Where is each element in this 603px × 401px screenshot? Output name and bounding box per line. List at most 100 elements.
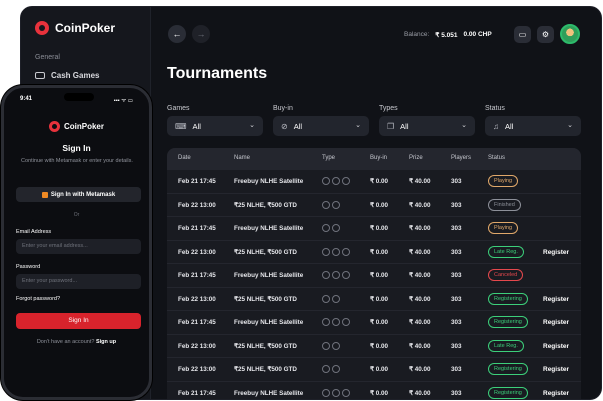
table-header: Date Name Type Buy-in Prize Players Stat… (167, 148, 581, 170)
settings-button[interactable]: ⚙ (537, 26, 554, 43)
cell-name: ₹25 NLHE, ₹500 GTD (234, 248, 297, 256)
balance-display: Balance: ₹ 5.051 0.00 CHP (404, 31, 492, 39)
filter-status-select[interactable]: ♫ All ⌄ (485, 116, 581, 136)
type-icons (322, 318, 350, 326)
type-icon (332, 318, 340, 326)
balance-value: ₹ 5.051 (435, 32, 458, 39)
phone-mockup: 9:41 ▪▪▪ ᯤ ▭ CoinPoker Sign In Continue … (1, 85, 152, 400)
cell-buyin: ₹ 0.00 (370, 342, 389, 350)
wallet-icon: ▭ (518, 30, 527, 39)
type-icons (322, 224, 340, 232)
cell-players: 303 (451, 319, 462, 326)
brand-logo[interactable]: CoinPoker (35, 21, 115, 35)
type-icon (342, 247, 350, 256)
type-icons (322, 294, 340, 303)
col-players[interactable]: Players (451, 155, 471, 161)
table-row[interactable]: Feb 21 17:45 Freebuy NLHE Satellite ₹ 0.00… (167, 382, 581, 400)
cell-date: Feb 21 17:45 (178, 225, 216, 232)
signin-button[interactable]: Sign In (16, 313, 141, 329)
cell-prize: ₹ 40.00 (409, 319, 431, 326)
table-row[interactable]: Feb 22 13:00 ₹25 NLHE, ₹500 GTD ₹ 0.00 ₹ 40… (167, 358, 581, 382)
cell-date: Feb 22 13:00 (178, 342, 216, 350)
coinpoker-logo-icon (35, 21, 49, 35)
cell-name: ₹25 NLHE, ₹500 GTD (234, 366, 297, 373)
sidebar-item-cash-games[interactable]: Cash Games (35, 71, 99, 80)
table-row[interactable]: Feb 22 13:00 ₹25 NLHE, ₹500 GTD ₹ 0.00 ₹ 40… (167, 288, 581, 311)
email-field[interactable]: Enter your email address... (16, 239, 141, 254)
col-type[interactable]: Type (322, 155, 335, 161)
filter-label: Types (379, 105, 398, 112)
cell-buyin: ₹ 0.00 (370, 201, 389, 209)
cell-name: Freebuy NLHE Satellite (234, 272, 304, 279)
forgot-password-link[interactable]: Forgot password? (16, 296, 60, 302)
table-row[interactable]: Feb 22 13:00 ₹25 NLHE, ₹500 GTD ₹ 0.00 ₹ 40… (167, 194, 581, 217)
register-button[interactable]: Register (543, 319, 569, 326)
forward-button[interactable]: → (192, 25, 210, 43)
table-row[interactable]: Feb 21 17:45 Freebuy NLHE Satellite ₹ 0.00… (167, 311, 581, 335)
back-button[interactable]: ← (168, 25, 186, 43)
type-icons (322, 388, 350, 397)
register-button[interactable]: Register (543, 249, 569, 256)
table-row[interactable]: Feb 22 13:00 ₹25 NLHE, ₹500 GTD ₹ 0.00 ₹ 40… (167, 241, 581, 264)
cell-name: Freebuy NLHE Satellite (234, 178, 304, 185)
register-button[interactable]: Register (543, 343, 569, 350)
table-row[interactable]: Feb 22 13:00 ₹25 NLHE, ₹500 GTD ₹ 0.00 ₹ 40… (167, 335, 581, 358)
wallet-button[interactable]: ▭ (514, 26, 531, 43)
type-icons (322, 341, 340, 350)
type-icon (322, 271, 330, 279)
coin-icon: ⊘ (281, 121, 288, 131)
balance-label: Balance: (404, 31, 430, 38)
cell-buyin: ₹ 0.00 (370, 366, 389, 373)
table-row[interactable]: Feb 21 17:45 Freebuy NLHE Satellite ₹ 0.00… (167, 170, 581, 194)
register-button[interactable]: Register (543, 390, 569, 397)
password-field[interactable]: Enter your password... (16, 274, 141, 289)
col-buyin[interactable]: Buy-in (370, 155, 387, 161)
table-row[interactable]: Feb 21 17:45 Freebuy NLHE Satellite ₹ 0.00… (167, 217, 581, 241)
layers-icon: ❐ (387, 121, 395, 131)
filter-games: Games ⌨ All ⌄ (167, 105, 263, 136)
register-button[interactable]: Register (543, 366, 569, 373)
filter-value: All (505, 121, 514, 131)
type-icon (332, 200, 340, 209)
type-icon (332, 247, 340, 256)
col-prize[interactable]: Prize (409, 155, 423, 161)
filter-buyin-select[interactable]: ⊘ All ⌄ (273, 116, 369, 136)
type-icon (332, 177, 340, 185)
register-button[interactable]: Register (543, 296, 569, 303)
metamask-signin-button[interactable]: Sign In with Metamask (16, 187, 141, 202)
cell-date: Feb 22 13:00 (178, 366, 216, 373)
or-divider: Or (73, 212, 80, 218)
password-label: Password (16, 264, 41, 270)
chevron-down-icon: ⌄ (249, 122, 255, 129)
type-icon (342, 177, 350, 185)
filter-types-select[interactable]: ❐ All ⌄ (379, 116, 475, 136)
table-row[interactable]: Feb 21 17:45 Freebuy NLHE Satellite ₹ 0.00… (167, 264, 581, 288)
type-icon (332, 294, 340, 303)
type-icon (322, 177, 330, 185)
signup-prompt: Don't have an account? Sign up (4, 339, 149, 345)
type-icons (322, 247, 350, 256)
cell-players: 303 (451, 366, 462, 373)
col-status[interactable]: Status (488, 155, 505, 161)
col-date[interactable]: Date (178, 155, 191, 161)
chp-value: 0.00 CHP (463, 31, 492, 38)
col-name[interactable]: Name (234, 155, 250, 161)
type-icon (342, 318, 350, 326)
type-icon (332, 271, 340, 279)
filter-games-select[interactable]: ⌨ All ⌄ (167, 116, 263, 136)
cell-players: 303 (451, 272, 462, 279)
filter-value: All (192, 121, 201, 131)
arrow-left-icon: ← (172, 29, 182, 39)
cell-buyin: ₹ 0.00 (370, 272, 389, 279)
coinpoker-logo-icon (48, 121, 60, 132)
sidebar-item-label: Cash Games (51, 71, 100, 80)
signup-link[interactable]: Sign up (96, 339, 116, 345)
cell-date: Feb 22 13:00 (178, 201, 216, 209)
cell-prize: ₹ 40.00 (409, 295, 431, 303)
avatar[interactable] (560, 24, 580, 44)
cell-players: 303 (451, 225, 462, 232)
status-badge: Late Reg. (488, 339, 524, 352)
filter-status: Status ♫ All ⌄ (485, 105, 581, 136)
status-badge: Registering (488, 386, 528, 399)
cell-name: ₹25 NLHE, ₹500 GTD (234, 201, 297, 209)
